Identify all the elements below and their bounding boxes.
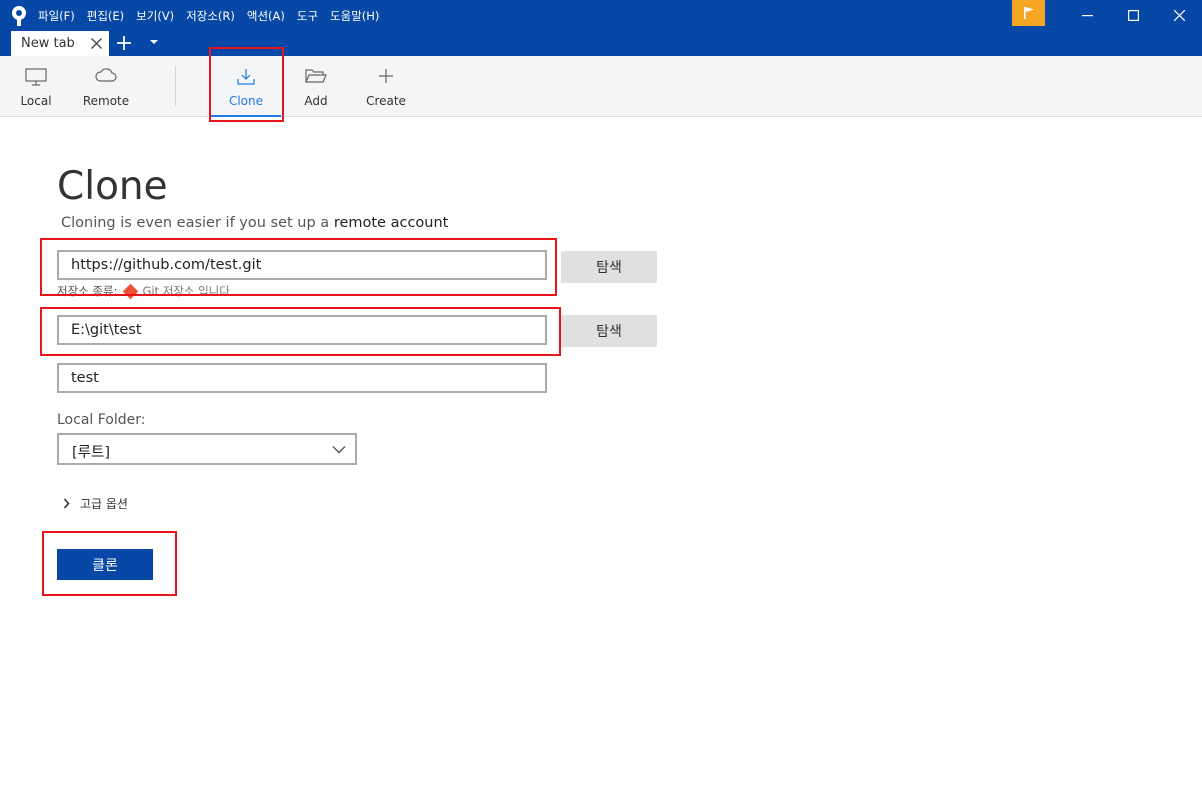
tab-new-tab[interactable]: New tab [11, 31, 109, 56]
toolbar-create-button[interactable]: Create [360, 56, 412, 116]
menu-help[interactable]: 도움말(H) [330, 6, 379, 26]
local-folder-select[interactable]: [루트] [57, 433, 357, 465]
plus-icon [379, 69, 393, 83]
chevron-down-icon [332, 446, 346, 454]
page-subtitle: Cloning is even easier if you set up a r… [61, 215, 448, 231]
toolbar-remote-label: Remote [82, 94, 130, 108]
menu-actions[interactable]: 액션(A) [247, 6, 285, 26]
minimize-button[interactable] [1064, 0, 1110, 31]
close-icon [1173, 10, 1185, 21]
title-bar: 파일(F) 편집(E) 보기(V) 저장소(R) 액션(A) 도구 도움말(H)… [0, 0, 1202, 56]
advanced-options-label: 고급 옵션 [80, 497, 128, 511]
sourcetree-logo-icon [9, 5, 29, 27]
toolbar-local-button[interactable]: Local [10, 56, 62, 116]
menu-bar: 파일(F) 편집(E) 보기(V) 저장소(R) 액션(A) 도구 도움말(H) [38, 0, 391, 31]
download-icon [237, 69, 255, 85]
minimize-icon [1081, 15, 1093, 17]
menu-file[interactable]: 파일(F) [38, 6, 75, 26]
tab-list-dropdown-icon[interactable] [149, 38, 159, 46]
repo-type-value: Git 저장소 입니다 [142, 284, 230, 298]
source-url-input[interactable] [57, 250, 547, 280]
browse-destination-button[interactable]: 탐색 [561, 315, 657, 347]
menu-edit[interactable]: 편집(E) [87, 6, 124, 26]
git-icon [123, 283, 139, 299]
destination-path-input[interactable] [57, 315, 547, 345]
toolbar-local-label: Local [20, 94, 52, 108]
local-folder-value: [루트] [72, 445, 110, 461]
menu-tools[interactable]: 도구 [297, 6, 318, 26]
page-title: Clone [57, 164, 168, 209]
close-window-button[interactable] [1156, 0, 1202, 31]
feedback-flag-button[interactable] [1012, 0, 1045, 26]
menu-view[interactable]: 보기(V) [136, 6, 174, 26]
clone-button[interactable]: 클론 [57, 549, 153, 580]
advanced-options-toggle[interactable]: 고급 옵션 [63, 495, 128, 512]
browse-source-button[interactable]: 탐색 [561, 251, 657, 283]
repo-type-indicator: 저장소 종류: Git 저장소 입니다 [57, 283, 230, 299]
tab-close-icon[interactable] [91, 38, 102, 49]
maximize-button[interactable] [1110, 0, 1156, 31]
toolbar-clone-button[interactable]: Clone [211, 56, 281, 117]
tab-label: New tab [21, 36, 75, 51]
repo-name-input[interactable] [57, 363, 547, 393]
folder-open-icon [305, 69, 327, 83]
toolbar-remote-button[interactable]: Remote [78, 56, 134, 116]
toolbar-add-button[interactable]: Add [292, 56, 340, 116]
repo-type-label: 저장소 종류: [57, 284, 118, 298]
add-tab-icon[interactable] [116, 35, 132, 51]
toolbar-clone-label: Clone [228, 94, 264, 108]
flag-icon [1023, 7, 1034, 19]
local-folder-label: Local Folder: [57, 412, 146, 428]
maximize-icon [1127, 10, 1139, 21]
toolbar-divider [175, 66, 176, 106]
monitor-icon [25, 68, 47, 86]
toolbar-add-label: Add [304, 94, 328, 108]
toolbar-create-label: Create [366, 94, 406, 108]
cloud-icon [95, 68, 117, 82]
subtitle-text: Cloning is even easier if you set up a [61, 215, 330, 231]
chevron-right-icon [63, 498, 70, 509]
remote-account-link[interactable]: remote account [334, 215, 449, 231]
menu-repository[interactable]: 저장소(R) [186, 6, 235, 26]
toolbar: Local Remote Clone Add Create [0, 56, 1202, 117]
